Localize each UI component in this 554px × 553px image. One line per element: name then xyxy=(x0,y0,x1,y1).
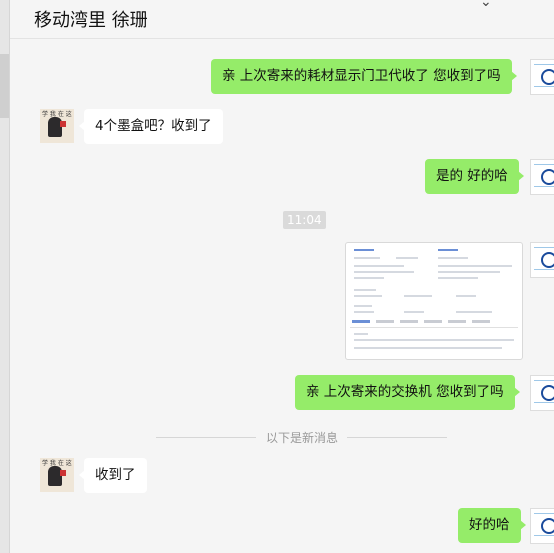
sent-message-bubble[interactable]: 亲 上次寄来的交换机 您收到了吗 xyxy=(295,375,520,410)
sent-message-bubble[interactable]: 是的 好的哈 xyxy=(425,159,524,194)
received-message-bubble[interactable]: 收到了 xyxy=(79,458,147,493)
scrollbar-thumb[interactable] xyxy=(0,54,9,118)
sent-message-bubble[interactable]: 亲 上次寄来的耗材显示门卫代收了 您收到了吗 xyxy=(211,59,517,94)
divider-line-right xyxy=(347,437,447,438)
my-avatar[interactable] xyxy=(530,508,554,544)
chat-header: 移动湾里 徐珊 ⌄ xyxy=(10,0,554,39)
message-text: 4个墨盒吧？收到了 xyxy=(95,118,212,134)
left-panel-scrollbar[interactable] xyxy=(0,0,10,553)
message-text: 好的哈 xyxy=(469,517,510,533)
message-text: 亲 上次寄来的交换机 您收到了吗 xyxy=(306,384,504,400)
ellipsis-icon[interactable]: ⌄ xyxy=(480,0,492,10)
message-text: 收到了 xyxy=(95,467,136,483)
screenshot-tabs xyxy=(350,319,518,328)
message-text: 是的 好的哈 xyxy=(436,168,508,184)
my-avatar[interactable] xyxy=(530,59,554,95)
image-message-thumbnail[interactable] xyxy=(345,242,523,360)
received-message-bubble[interactable]: 4个墨盒吧？收到了 xyxy=(79,109,223,144)
my-avatar[interactable] xyxy=(530,242,554,278)
divider-line-left xyxy=(156,437,256,438)
message-text: 亲 上次寄来的耗材显示门卫代收了 您收到了吗 xyxy=(222,68,501,84)
contact-avatar[interactable]: 学 我 在 这 xyxy=(40,109,74,143)
sent-message-bubble[interactable]: 好的哈 xyxy=(458,508,525,543)
my-avatar[interactable] xyxy=(530,375,554,411)
contact-avatar[interactable]: 学 我 在 这 xyxy=(40,458,74,492)
timestamp-badge: 11:04 xyxy=(283,211,326,229)
my-avatar[interactable] xyxy=(530,159,554,195)
chat-title: 移动湾里 徐珊 xyxy=(34,10,148,31)
new-messages-divider: 以下是新消息 xyxy=(266,431,339,445)
